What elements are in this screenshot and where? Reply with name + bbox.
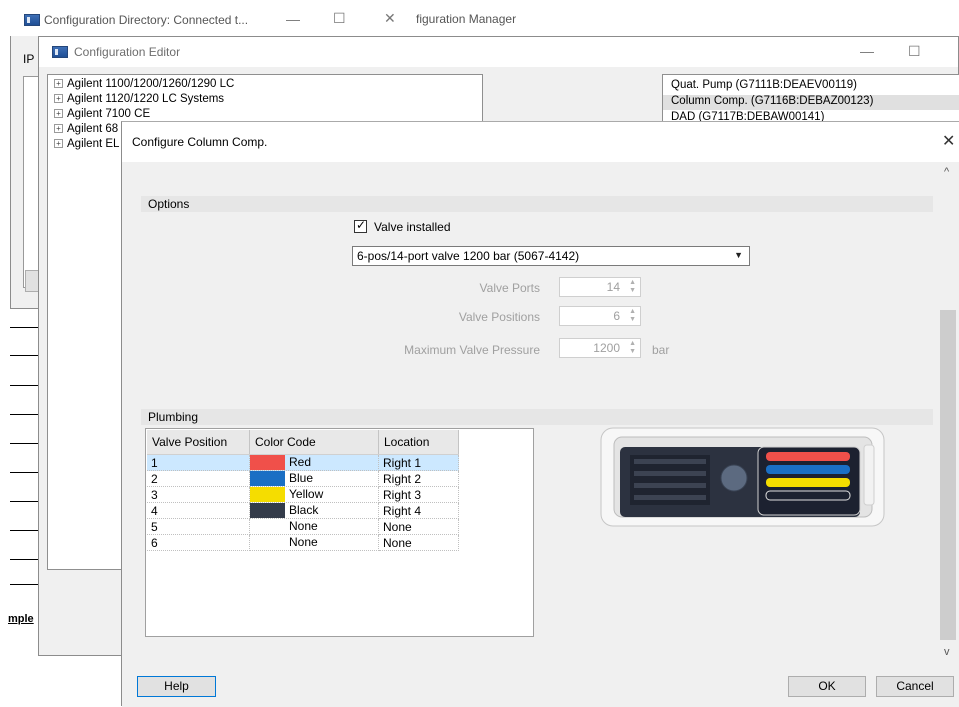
- max-valve-pressure-label: Maximum Valve Pressure: [404, 343, 540, 357]
- tree-item[interactable]: + Agilent EL: [54, 138, 119, 150]
- max-valve-pressure-stepper[interactable]: 1200 ▲ ▼: [559, 338, 641, 358]
- options-header: Options: [141, 196, 933, 212]
- minimize-icon[interactable]: —: [286, 11, 300, 27]
- color-swatch: [250, 503, 285, 518]
- module-item[interactable]: Column Comp. (G7116B:DEBAZ00123): [663, 95, 959, 110]
- plumbing-header: Plumbing: [141, 409, 933, 425]
- dialog-titlebar[interactable]: Configure Column Comp. ✕: [122, 122, 959, 162]
- expand-icon[interactable]: +: [54, 94, 63, 103]
- dialog-title: Configure Column Comp.: [132, 135, 268, 149]
- tree-item[interactable]: + Agilent 7100 CE: [54, 108, 150, 120]
- color-code-cell[interactable]: None: [249, 518, 379, 535]
- color-code-cell[interactable]: Black: [249, 502, 379, 519]
- valve-ports-label: Valve Ports: [479, 281, 540, 295]
- app-icon: [52, 46, 68, 58]
- table-row[interactable]: 5 None None: [147, 518, 459, 535]
- configuration-editor-title: Configuration Editor: [74, 45, 181, 59]
- module-item[interactable]: Quat. Pump (G7111B:DEAEV00119): [671, 79, 857, 91]
- scrollbar-thumb[interactable]: [940, 310, 956, 640]
- expand-icon[interactable]: +: [54, 109, 63, 118]
- minimize-icon[interactable]: —: [860, 43, 874, 59]
- spinner-arrows-icon[interactable]: ▲ ▼: [629, 340, 636, 356]
- help-button[interactable]: Help: [137, 676, 216, 697]
- plumbing-table[interactable]: Valve Position Color Code Location 1 Red…: [147, 430, 459, 551]
- column-header[interactable]: Color Code: [249, 430, 379, 455]
- vertical-scrollbar[interactable]: ^ v: [938, 162, 957, 665]
- scroll-up-icon[interactable]: ^: [944, 166, 949, 178]
- ok-button[interactable]: OK: [788, 676, 866, 697]
- valve-installed-checkbox[interactable]: ✓: [354, 218, 367, 233]
- spinner-arrows-icon[interactable]: ▲ ▼: [629, 279, 636, 295]
- color-code-cell[interactable]: Red: [249, 454, 379, 471]
- maximize-icon[interactable]: ☐: [333, 10, 346, 27]
- maximize-icon[interactable]: ☐: [908, 43, 921, 60]
- close-icon[interactable]: ✕: [942, 131, 955, 151]
- column-header[interactable]: Valve Position: [147, 430, 250, 455]
- ip-label: IP: [23, 52, 35, 66]
- table-row[interactable]: 4 Black Right 4: [147, 502, 459, 519]
- tree-item[interactable]: + Agilent 1120/1220 LC Systems: [54, 93, 224, 105]
- color-code-cell[interactable]: Blue: [249, 470, 379, 487]
- color-swatch: [250, 487, 285, 502]
- cancel-button[interactable]: Cancel: [876, 676, 954, 697]
- chevron-down-icon: ▼: [734, 250, 743, 260]
- valve-installed-label[interactable]: Valve installed: [374, 220, 451, 234]
- valve-positions-stepper[interactable]: 6 ▲ ▼: [559, 306, 641, 326]
- color-swatch: [250, 455, 285, 470]
- valve-ports-stepper[interactable]: 14 ▲ ▼: [559, 277, 641, 297]
- color-code-cell[interactable]: None: [249, 534, 379, 551]
- color-swatch: [250, 471, 285, 486]
- valve-positions-label: Valve Positions: [458, 310, 540, 324]
- config-directory-title: Configuration Directory: Connected t...: [44, 13, 249, 27]
- close-icon[interactable]: ✕: [384, 10, 396, 27]
- table-row[interactable]: 1 Red Right 1: [147, 454, 459, 471]
- tree-item[interactable]: + Agilent 68: [54, 123, 118, 135]
- config-directory-body: IP: [10, 36, 47, 309]
- config-manager-side-label: mple: [8, 613, 34, 625]
- config-manager-grid: [10, 310, 39, 610]
- app-icon: [24, 14, 40, 26]
- configuration-editor-titlebar[interactable]: Configuration Editor — ☐: [39, 37, 958, 67]
- module-list[interactable]: Quat. Pump (G7111B:DEAEV00119) Column Co…: [662, 74, 959, 124]
- checkmark-icon: ✓: [356, 218, 367, 232]
- tree-item[interactable]: + Agilent 1100/1200/1260/1290 LC: [54, 78, 234, 90]
- valve-type-value: 6-pos/14-port valve 1200 bar (5067-4142): [357, 249, 580, 263]
- config-manager-title: figuration Manager: [416, 12, 517, 26]
- config-directory-titlebar[interactable]: Configuration Directory: Connected t... …: [0, 0, 408, 36]
- table-row[interactable]: 6 None None: [147, 534, 459, 551]
- valve-type-select[interactable]: 6-pos/14-port valve 1200 bar (5067-4142)…: [352, 246, 750, 266]
- expand-icon[interactable]: +: [54, 139, 63, 148]
- color-code-cell[interactable]: Yellow: [249, 486, 379, 503]
- column-compartment-illustration: [600, 427, 885, 527]
- table-row[interactable]: 2 Blue Right 2: [147, 470, 459, 487]
- spinner-arrows-icon[interactable]: ▲ ▼: [629, 308, 636, 324]
- column-header[interactable]: Location: [378, 430, 459, 455]
- expand-icon[interactable]: +: [54, 79, 63, 88]
- table-row[interactable]: 3 Yellow Right 3: [147, 486, 459, 503]
- scroll-down-icon[interactable]: v: [944, 646, 950, 658]
- pressure-unit-label: bar: [652, 343, 670, 357]
- expand-icon[interactable]: +: [54, 124, 63, 133]
